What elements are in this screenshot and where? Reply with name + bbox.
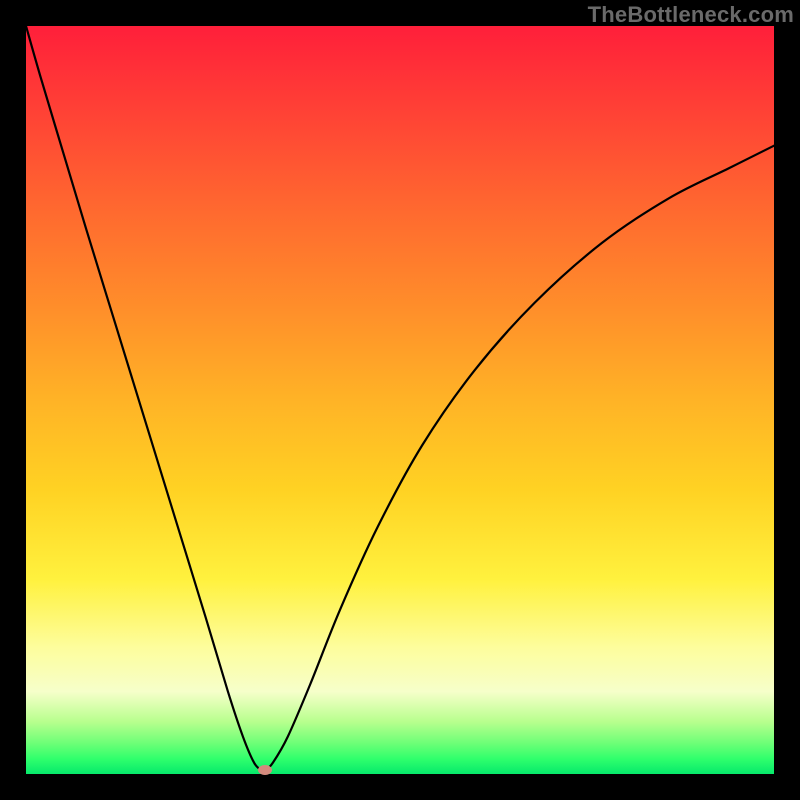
watermark-text: TheBottleneck.com — [588, 2, 794, 28]
bottleneck-curve — [26, 26, 774, 774]
minimum-marker — [258, 765, 272, 775]
chart-frame: TheBottleneck.com — [0, 0, 800, 800]
plot-area — [26, 26, 774, 774]
